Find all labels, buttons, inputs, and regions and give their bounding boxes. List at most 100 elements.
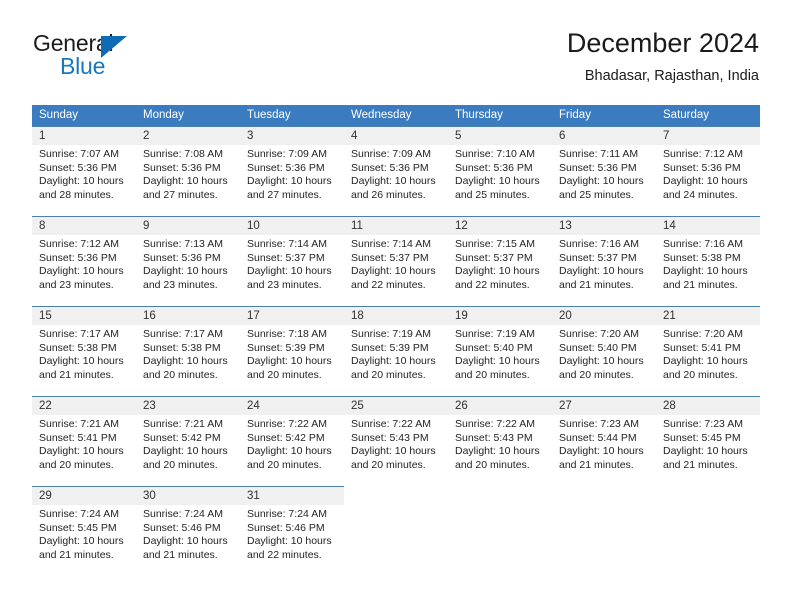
calendar-day-cell[interactable]: 31 Sunrise: 7:24 AM Sunset: 5:46 PM Dayligh… [240, 486, 344, 575]
calendar-day-cell[interactable]: 7 Sunrise: 7:12 AM Sunset: 5:36 PM Daylight… [656, 126, 760, 215]
sunrise-text: Sunrise: 7:10 AM [455, 148, 535, 160]
day-details: Sunrise: 7:16 AM Sunset: 5:37 PM Daylight:… [552, 235, 656, 292]
sunset-text: Sunset: 5:44 PM [559, 431, 637, 444]
calendar-week-row: 22 Sunrise: 7:21 AM Sunset: 5:41 PM Dayligh… [32, 395, 760, 485]
calendar-day-cell[interactable]: 9 Sunrise: 7:13 AM Sunset: 5:36 PM Daylight… [136, 216, 240, 305]
general-blue-logo[interactable]: General Blue [33, 30, 213, 90]
daylight-line2-text: and 20 minutes. [663, 368, 738, 381]
calendar-day-cell[interactable]: 11 Sunrise: 7:14 AM Sunset: 5:37 PM Dayligh… [344, 216, 448, 305]
sunset-text: Sunset: 5:38 PM [39, 341, 117, 354]
daylight-line1-text: Daylight: 10 hours [455, 175, 540, 188]
calendar-day-cell[interactable]: 26 Sunrise: 7:22 AM Sunset: 5:43 PM Dayligh… [448, 396, 552, 485]
day-number: 9 [136, 217, 240, 235]
day-number [552, 487, 656, 505]
sunset-text: Sunset: 5:36 PM [663, 161, 741, 174]
sunrise-text: Sunrise: 7:24 AM [247, 508, 327, 520]
sunrise-text: Sunrise: 7:21 AM [143, 418, 223, 430]
calendar-day-cell[interactable]: 16 Sunrise: 7:17 AM Sunset: 5:38 PM Dayligh… [136, 306, 240, 395]
calendar-day-cell[interactable]: 13 Sunrise: 7:16 AM Sunset: 5:37 PM Dayligh… [552, 216, 656, 305]
calendar-day-cell[interactable]: 22 Sunrise: 7:21 AM Sunset: 5:41 PM Dayligh… [32, 396, 136, 485]
daylight-line2-text: and 23 minutes. [143, 278, 218, 291]
sunset-text: Sunset: 5:46 PM [143, 521, 221, 534]
day-details: Sunrise: 7:13 AM Sunset: 5:36 PM Daylight:… [136, 235, 240, 292]
calendar-day-cell[interactable]: 1 Sunrise: 7:07 AM Sunset: 5:36 PM Daylight… [32, 126, 136, 215]
sunrise-text: Sunrise: 7:12 AM [39, 238, 119, 250]
daylight-line2-text: and 20 minutes. [247, 368, 322, 381]
weekday-header-thursday: Thursday [455, 109, 503, 121]
daylight-line1-text: Daylight: 10 hours [559, 175, 644, 188]
daylight-line2-text: and 20 minutes. [455, 368, 530, 381]
sunset-text: Sunset: 5:36 PM [39, 161, 117, 174]
calendar-grid: Sunday Monday Tuesday Wednesday Thursday Frid… [32, 105, 760, 575]
day-number: 16 [136, 307, 240, 325]
calendar-cell-empty [552, 486, 656, 575]
day-number: 25 [344, 397, 448, 415]
daylight-line1-text: Daylight: 10 hours [39, 175, 124, 188]
calendar-day-cell[interactable]: 3 Sunrise: 7:09 AM Sunset: 5:36 PM Daylight… [240, 126, 344, 215]
sunrise-text: Sunrise: 7:15 AM [455, 238, 535, 250]
day-details: Sunrise: 7:14 AM Sunset: 5:37 PM Daylight:… [344, 235, 448, 292]
sunset-text: Sunset: 5:42 PM [143, 431, 221, 444]
calendar-week-row: 8 Sunrise: 7:12 AM Sunset: 5:36 PM Daylight… [32, 215, 760, 305]
daylight-line1-text: Daylight: 10 hours [559, 265, 644, 278]
weekday-header-monday: Monday [143, 109, 184, 121]
sunrise-text: Sunrise: 7:09 AM [247, 148, 327, 160]
calendar-day-cell[interactable]: 25 Sunrise: 7:22 AM Sunset: 5:43 PM Dayligh… [344, 396, 448, 485]
calendar-day-cell[interactable]: 20 Sunrise: 7:20 AM Sunset: 5:40 PM Dayligh… [552, 306, 656, 395]
calendar-day-cell[interactable]: 29 Sunrise: 7:24 AM Sunset: 5:45 PM Dayligh… [32, 486, 136, 575]
day-details: Sunrise: 7:20 AM Sunset: 5:40 PM Daylight:… [552, 325, 656, 382]
daylight-line2-text: and 21 minutes. [663, 458, 738, 471]
calendar-day-cell[interactable]: 17 Sunrise: 7:18 AM Sunset: 5:39 PM Dayligh… [240, 306, 344, 395]
daylight-line1-text: Daylight: 10 hours [351, 175, 436, 188]
calendar-day-cell[interactable]: 14 Sunrise: 7:16 AM Sunset: 5:38 PM Dayligh… [656, 216, 760, 305]
daylight-line2-text: and 22 minutes. [455, 278, 530, 291]
calendar-day-cell[interactable]: 6 Sunrise: 7:11 AM Sunset: 5:36 PM Daylight… [552, 126, 656, 215]
calendar-day-cell[interactable]: 2 Sunrise: 7:08 AM Sunset: 5:36 PM Daylight… [136, 126, 240, 215]
day-details: Sunrise: 7:11 AM Sunset: 5:36 PM Daylight:… [552, 145, 656, 202]
calendar-day-cell[interactable]: 5 Sunrise: 7:10 AM Sunset: 5:36 PM Daylight… [448, 126, 552, 215]
calendar-day-cell[interactable]: 18 Sunrise: 7:19 AM Sunset: 5:39 PM Dayligh… [344, 306, 448, 395]
calendar-day-cell[interactable]: 27 Sunrise: 7:23 AM Sunset: 5:44 PM Dayligh… [552, 396, 656, 485]
day-details: Sunrise: 7:12 AM Sunset: 5:36 PM Daylight:… [32, 235, 136, 292]
calendar-day-cell[interactable]: 24 Sunrise: 7:22 AM Sunset: 5:42 PM Dayligh… [240, 396, 344, 485]
day-details: Sunrise: 7:18 AM Sunset: 5:39 PM Daylight:… [240, 325, 344, 382]
sunrise-text: Sunrise: 7:17 AM [143, 328, 223, 340]
sunrise-text: Sunrise: 7:14 AM [351, 238, 431, 250]
daylight-line1-text: Daylight: 10 hours [143, 175, 228, 188]
daylight-line1-text: Daylight: 10 hours [143, 355, 228, 368]
sunrise-text: Sunrise: 7:19 AM [351, 328, 431, 340]
weekday-header-saturday: Saturday [663, 109, 710, 121]
sunset-text: Sunset: 5:40 PM [455, 341, 533, 354]
day-details: Sunrise: 7:21 AM Sunset: 5:42 PM Daylight:… [136, 415, 240, 472]
calendar-day-cell[interactable]: 30 Sunrise: 7:24 AM Sunset: 5:46 PM Dayligh… [136, 486, 240, 575]
day-number: 31 [240, 487, 344, 505]
day-number: 19 [448, 307, 552, 325]
daylight-line2-text: and 20 minutes. [247, 458, 322, 471]
calendar-day-cell[interactable]: 21 Sunrise: 7:20 AM Sunset: 5:41 PM Dayligh… [656, 306, 760, 395]
day-details: Sunrise: 7:22 AM Sunset: 5:43 PM Daylight:… [344, 415, 448, 472]
sunset-text: Sunset: 5:40 PM [559, 341, 637, 354]
calendar-day-cell[interactable]: 15 Sunrise: 7:17 AM Sunset: 5:38 PM Dayligh… [32, 306, 136, 395]
day-number: 6 [552, 127, 656, 145]
day-details: Sunrise: 7:24 AM Sunset: 5:46 PM Daylight:… [240, 505, 344, 562]
calendar-cell-empty [656, 486, 760, 575]
calendar-day-cell[interactable]: 8 Sunrise: 7:12 AM Sunset: 5:36 PM Daylight… [32, 216, 136, 305]
day-details: Sunrise: 7:21 AM Sunset: 5:41 PM Daylight:… [32, 415, 136, 472]
day-number: 17 [240, 307, 344, 325]
calendar-day-cell[interactable]: 12 Sunrise: 7:15 AM Sunset: 5:37 PM Dayligh… [448, 216, 552, 305]
sunrise-text: Sunrise: 7:24 AM [39, 508, 119, 520]
daylight-line2-text: and 28 minutes. [39, 188, 114, 201]
sunrise-text: Sunrise: 7:08 AM [143, 148, 223, 160]
calendar-day-cell[interactable]: 10 Sunrise: 7:14 AM Sunset: 5:37 PM Dayligh… [240, 216, 344, 305]
day-details: Sunrise: 7:20 AM Sunset: 5:41 PM Daylight:… [656, 325, 760, 382]
sunset-text: Sunset: 5:41 PM [663, 341, 741, 354]
calendar-day-cell[interactable]: 28 Sunrise: 7:23 AM Sunset: 5:45 PM Dayligh… [656, 396, 760, 485]
day-details: Sunrise: 7:14 AM Sunset: 5:37 PM Daylight:… [240, 235, 344, 292]
calendar-day-cell[interactable]: 23 Sunrise: 7:21 AM Sunset: 5:42 PM Dayligh… [136, 396, 240, 485]
calendar-day-cell[interactable]: 4 Sunrise: 7:09 AM Sunset: 5:36 PM Daylight… [344, 126, 448, 215]
sunset-text: Sunset: 5:37 PM [247, 251, 325, 264]
daylight-line2-text: and 20 minutes. [39, 458, 114, 471]
calendar-day-cell[interactable]: 19 Sunrise: 7:19 AM Sunset: 5:40 PM Dayligh… [448, 306, 552, 395]
daylight-line2-text: and 23 minutes. [39, 278, 114, 291]
sunset-text: Sunset: 5:38 PM [663, 251, 741, 264]
